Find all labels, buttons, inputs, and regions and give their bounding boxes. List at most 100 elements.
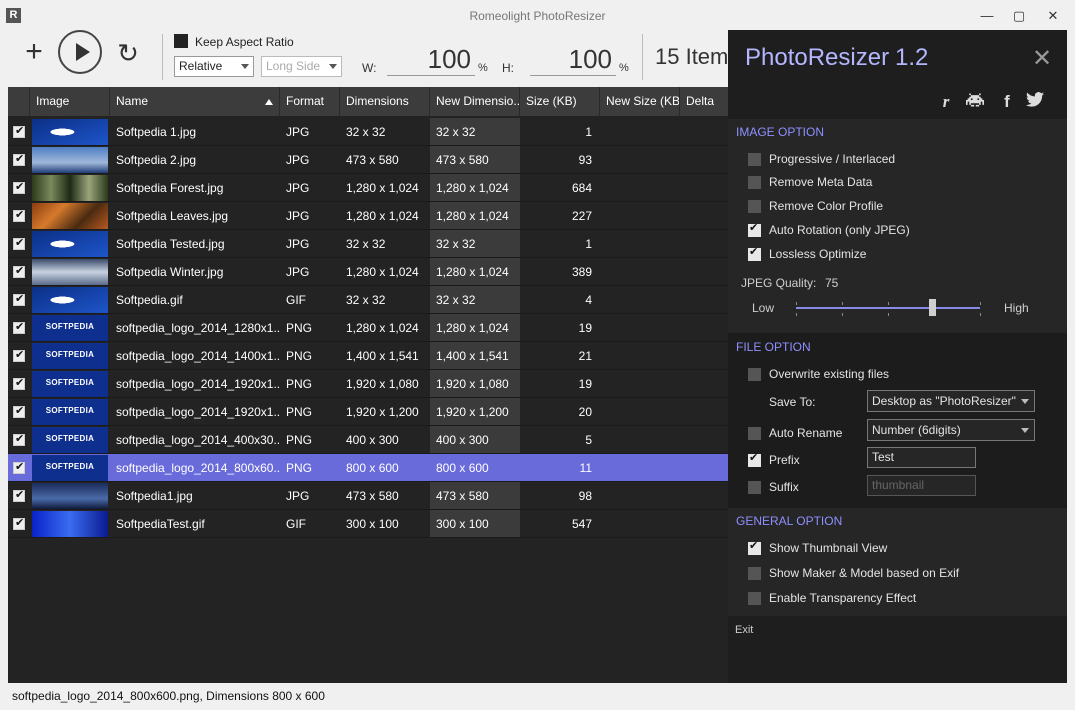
- row-checkbox[interactable]: [13, 404, 25, 418]
- row-checkbox[interactable]: [13, 264, 25, 278]
- overwrite-checkbox[interactable]: [748, 368, 761, 381]
- show-maker-checkbox[interactable]: [748, 567, 761, 580]
- row-checkbox[interactable]: [13, 432, 25, 446]
- remove-meta-checkbox[interactable]: [748, 176, 761, 189]
- column-header-size[interactable]: Size (KB): [520, 87, 600, 116]
- auto-rotation-checkbox[interactable]: [748, 221, 761, 237]
- slider-tick: [796, 302, 797, 305]
- prefix-checkbox[interactable]: [748, 451, 761, 467]
- cell-new-size: [600, 370, 680, 398]
- refresh-icon[interactable]: ↻: [114, 38, 142, 68]
- prefix-input[interactable]: Test: [867, 447, 976, 468]
- table-row[interactable]: Softpedia1.jpg JPG 473 x 580 473 x 580 98: [8, 482, 728, 510]
- header-check-column[interactable]: [8, 87, 30, 116]
- row-checkbox[interactable]: [13, 292, 25, 306]
- row-checkbox[interactable]: [13, 152, 25, 166]
- column-header-image[interactable]: Image: [30, 87, 110, 116]
- save-to-select[interactable]: Desktop as "PhotoResizer": [867, 390, 1035, 412]
- thumbnail-image: SOFTPEDIA: [32, 315, 108, 341]
- row-checkbox[interactable]: [13, 376, 25, 390]
- invader-icon[interactable]: [965, 92, 985, 112]
- lossless-checkbox[interactable]: [748, 245, 761, 261]
- column-header-dimensions[interactable]: Dimensions: [340, 87, 430, 116]
- cell-delta: [680, 314, 728, 342]
- row-checkbox[interactable]: [13, 236, 25, 250]
- progressive-checkbox[interactable]: [748, 153, 761, 166]
- thumbnail-label: SOFTPEDIA: [45, 378, 95, 387]
- row-checkbox[interactable]: [13, 488, 25, 502]
- minimize-icon[interactable]: —: [973, 6, 1001, 26]
- height-input[interactable]: 100: [530, 44, 616, 76]
- table-row[interactable]: SOFTPEDIA softpedia_logo_2014_800x60... PN…: [8, 454, 728, 482]
- table-row[interactable]: SOFTPEDIA softpedia_logo_2014_1920x1... PN…: [8, 398, 728, 426]
- row-checkbox[interactable]: [13, 516, 25, 530]
- table-row[interactable]: Softpedia.gif GIF 32 x 32 32 x 32 4: [8, 286, 728, 314]
- thumbnail-image: [32, 231, 108, 257]
- cell-name: softpedia_logo_2014_400x30...: [116, 433, 280, 447]
- close-icon[interactable]: ✕: [1039, 6, 1067, 26]
- cell-size: 21: [578, 349, 592, 363]
- exit-button[interactable]: Exit: [735, 624, 753, 636]
- cell-name: softpedia_logo_2014_1920x1...: [116, 405, 280, 419]
- resize-mode-select[interactable]: Relative: [174, 56, 254, 77]
- cell-size: 93: [578, 153, 592, 167]
- file-grid: Image Name Format Dimensions New Dimensi…: [8, 87, 728, 683]
- table-row[interactable]: SOFTPEDIA softpedia_logo_2014_1920x1... PN…: [8, 370, 728, 398]
- row-checkbox[interactable]: [13, 180, 25, 194]
- remove-color-profile-checkbox[interactable]: [748, 200, 761, 213]
- cell-format: PNG: [286, 349, 313, 363]
- maximize-icon[interactable]: ▢: [1005, 6, 1033, 26]
- auto-rename-select[interactable]: Number (6digits): [867, 419, 1035, 441]
- row-checkbox[interactable]: [13, 208, 25, 222]
- column-header-new-dimensions[interactable]: New Dimensio...: [430, 87, 520, 116]
- start-resize-icon[interactable]: [58, 30, 102, 74]
- table-row[interactable]: SOFTPEDIA softpedia_logo_2014_1400x1... PN…: [8, 342, 728, 370]
- chevron-down-icon: [1021, 428, 1029, 433]
- table-row[interactable]: SOFTPEDIA softpedia_logo_2014_1280x1... PN…: [8, 314, 728, 342]
- facebook-icon[interactable]: f: [997, 92, 1017, 112]
- row-checkbox[interactable]: [13, 124, 25, 138]
- table-row[interactable]: Softpedia Leaves.jpg JPG 1,280 x 1,024 1,28…: [8, 202, 728, 230]
- jpeg-quality-slider-track[interactable]: [796, 307, 980, 309]
- table-row[interactable]: SoftpediaTest.gif GIF 300 x 100 300 x 100 54…: [8, 510, 728, 538]
- keep-aspect-checkbox[interactable]: [174, 34, 188, 48]
- table-row[interactable]: Softpedia 2.jpg JPG 473 x 580 473 x 580 93: [8, 146, 728, 174]
- table-row[interactable]: Softpedia Forest.jpg JPG 1,280 x 1,024 1,28…: [8, 174, 728, 202]
- width-input[interactable]: 100: [387, 44, 475, 76]
- row-checkbox[interactable]: [13, 460, 25, 474]
- column-header-delta[interactable]: Delta: [680, 87, 728, 116]
- status-bar: softpedia_logo_2014_800x600.png, Dimensi…: [0, 683, 1075, 710]
- table-row[interactable]: Softpedia Winter.jpg JPG 1,280 x 1,024 1,28…: [8, 258, 728, 286]
- file-option-section: FILE OPTION Overwrite existing files Sav…: [728, 333, 1067, 508]
- suffix-checkbox[interactable]: [748, 481, 761, 494]
- show-thumbnail-checkbox[interactable]: [748, 539, 761, 555]
- column-header-new-size[interactable]: New Size (KB): [600, 87, 680, 116]
- cell-dimensions: 400 x 300: [346, 433, 399, 447]
- column-header-format[interactable]: Format: [280, 87, 340, 116]
- cell-delta: [680, 510, 728, 538]
- thumbnail-image: SOFTPEDIA: [32, 399, 108, 425]
- cell-dimensions: 32 x 32: [346, 237, 386, 251]
- add-files-icon[interactable]: +: [20, 37, 48, 68]
- remove-color-profile-label: Remove Color Profile: [769, 199, 884, 213]
- side-select[interactable]: Long Side: [261, 56, 342, 77]
- jpeg-quality-slider-handle[interactable]: [929, 299, 936, 316]
- auto-rename-checkbox[interactable]: [748, 427, 761, 440]
- romeolight-icon[interactable]: r: [936, 92, 956, 112]
- column-header-name[interactable]: Name: [110, 87, 280, 116]
- thumbnail-image: [32, 119, 108, 145]
- row-checkbox[interactable]: [13, 320, 25, 334]
- table-row[interactable]: Softpedia Tested.jpg JPG 32 x 32 32 x 32 1: [8, 230, 728, 258]
- remove-meta-label: Remove Meta Data: [769, 175, 873, 189]
- cell-dimensions: 1,280 x 1,024: [346, 321, 419, 335]
- height-label: H:: [502, 61, 514, 75]
- suffix-input[interactable]: thumbnail: [867, 475, 976, 496]
- table-row[interactable]: SOFTPEDIA softpedia_logo_2014_400x30... PN…: [8, 426, 728, 454]
- table-row[interactable]: Softpedia 1.jpg JPG 32 x 32 32 x 32 1: [8, 118, 728, 146]
- row-checkbox[interactable]: [13, 348, 25, 362]
- close-panel-icon[interactable]: ✕: [1032, 44, 1052, 73]
- thumbnail-image: [32, 203, 108, 229]
- slider-tick: [980, 302, 981, 305]
- twitter-icon[interactable]: [1025, 92, 1045, 112]
- transparency-checkbox[interactable]: [748, 592, 761, 605]
